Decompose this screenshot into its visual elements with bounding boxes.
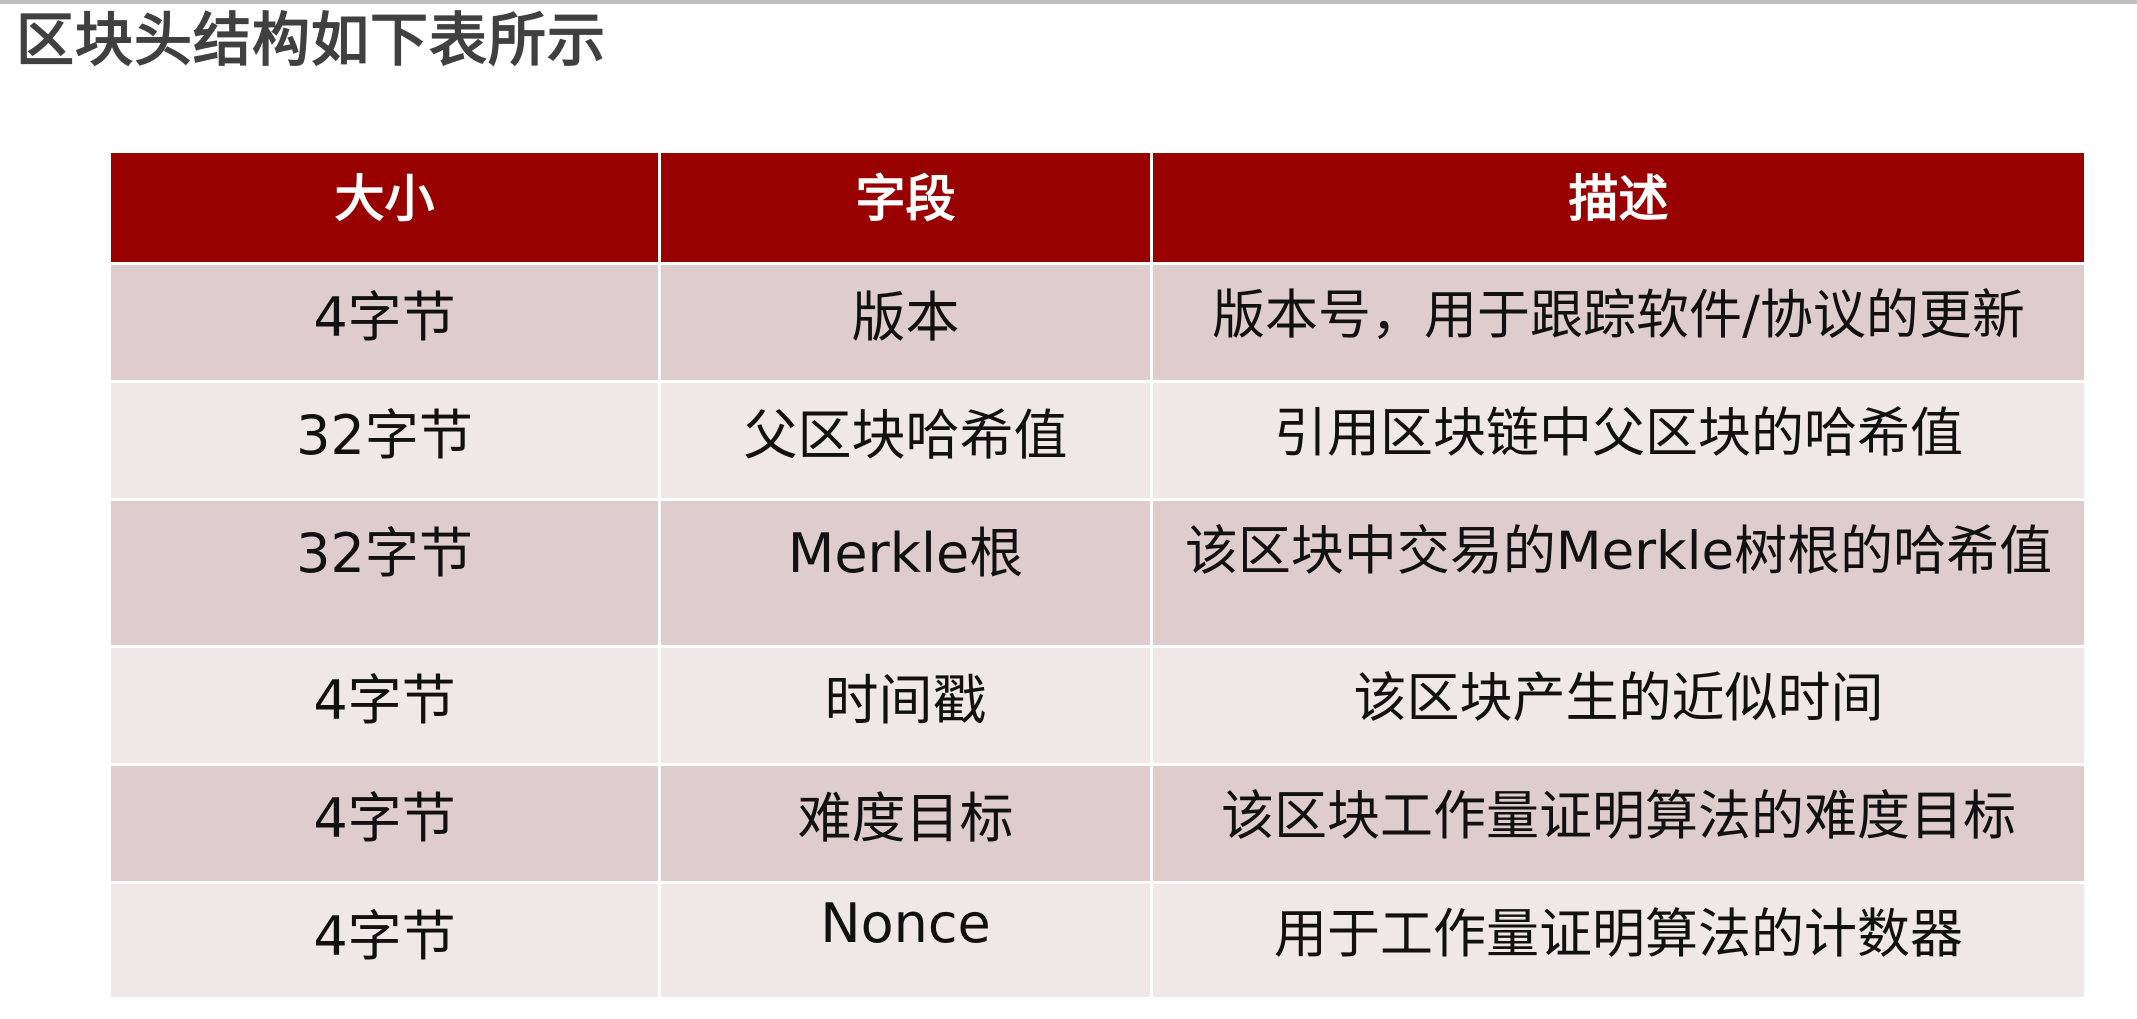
table-row: 4字节 时间戳 该区块产生的近似时间 xyxy=(108,645,2087,766)
column-header-field: 字段 xyxy=(658,150,1153,265)
cell-field: 父区块哈希值 xyxy=(658,380,1153,501)
cell-description: 该区块产生的近似时间 xyxy=(1150,645,2087,766)
page-title: 区块头结构如下表所示 xyxy=(16,6,607,74)
table-row: 32字节 父区块哈希值 引用区块链中父区块的哈希值 xyxy=(108,380,2087,501)
table-row: 4字节 Nonce 用于工作量证明算法的计数器 xyxy=(108,881,2087,1000)
cell-description: 用于工作量证明算法的计数器 xyxy=(1150,881,2087,1000)
cell-size: 4字节 xyxy=(108,645,661,766)
cell-size: 4字节 xyxy=(108,763,661,884)
column-header-description: 描述 xyxy=(1150,150,2087,265)
cell-size: 4字节 xyxy=(108,881,661,1000)
table-row: 32字节 Merkle根 该区块中交易的Merkle树根的哈希值 xyxy=(108,498,2087,648)
cell-size: 32字节 xyxy=(108,498,661,648)
cell-description: 版本号，用于跟踪软件/协议的更新 xyxy=(1150,262,2087,383)
table-row: 4字节 版本 版本号，用于跟踪软件/协议的更新 xyxy=(108,262,2087,383)
column-header-size: 大小 xyxy=(108,150,661,265)
cell-size: 32字节 xyxy=(108,380,661,501)
cell-field: 版本 xyxy=(658,262,1153,383)
block-header-table: 大小 字段 描述 4字节 版本 版本号，用于跟踪软件/协议的更新 32字节 父区… xyxy=(108,150,2087,1000)
cell-description: 该区块中交易的Merkle树根的哈希值 xyxy=(1150,498,2087,648)
cell-field: 时间戳 xyxy=(658,645,1153,766)
table-row: 4字节 难度目标 该区块工作量证明算法的难度目标 xyxy=(108,763,2087,884)
cell-size: 4字节 xyxy=(108,262,661,383)
cell-field: Nonce xyxy=(658,881,1153,1000)
cell-description: 引用区块链中父区块的哈希值 xyxy=(1150,380,2087,501)
cell-field: Merkle根 xyxy=(658,498,1153,648)
cell-field: 难度目标 xyxy=(658,763,1153,884)
cell-description: 该区块工作量证明算法的难度目标 xyxy=(1150,763,2087,884)
table-header-row: 大小 字段 描述 xyxy=(108,150,2087,265)
